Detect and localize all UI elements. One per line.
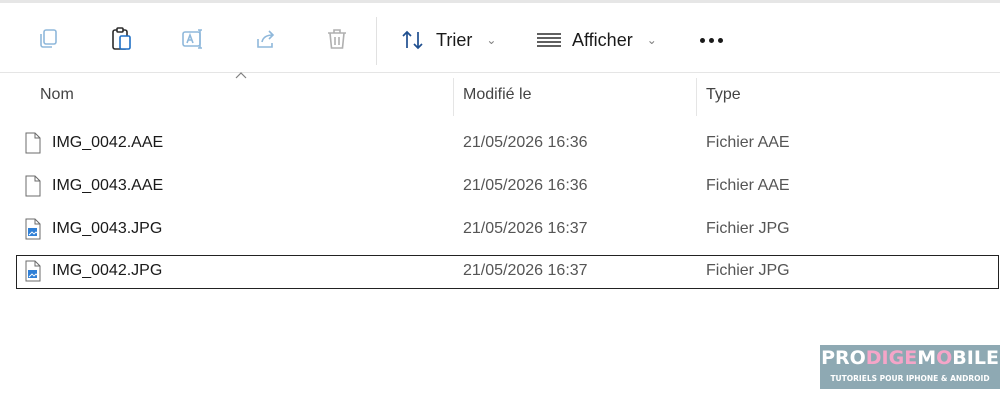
column-divider[interactable]	[453, 78, 454, 116]
file-type: Fichier JPG	[706, 262, 790, 279]
watermark-brand-part: BILE	[952, 347, 999, 369]
watermark-logo: PRODIGEMOBILE TUTORIELS POUR IPHONE & AN…	[820, 345, 1000, 389]
file-name: IMG_0042.AAE	[52, 134, 164, 151]
image-file-icon	[25, 260, 41, 282]
share-button[interactable]	[249, 23, 281, 55]
toolbar-separator	[376, 17, 377, 65]
watermark-brand-part: PRO	[821, 347, 866, 369]
more-dot	[699, 37, 705, 43]
file-modified: 21/05/2026 16:37	[463, 220, 588, 237]
chevron-down-icon: ⌄	[486, 33, 497, 47]
file-modified: 21/05/2026 16:37	[463, 262, 588, 279]
watermark-brand: PRODIGEMOBILE	[820, 347, 1000, 369]
file-modified: 21/05/2026 16:36	[463, 177, 588, 194]
view-list-icon	[537, 33, 561, 47]
file-name: IMG_0043.JPG	[52, 220, 163, 237]
share-icon	[257, 30, 275, 48]
column-header-name[interactable]: Nom	[40, 86, 74, 104]
file-type: Fichier AAE	[706, 177, 790, 194]
delete-icon	[328, 29, 346, 49]
file-row[interactable]: IMG_0043.JPG 21/05/2026 16:37 Fichier JP…	[16, 213, 999, 247]
watermark-tagline: TUTORIELS POUR IPHONE & ANDROID	[830, 374, 990, 383]
view-button[interactable]: Afficher ⌄	[536, 25, 657, 55]
file-row[interactable]: IMG_0043.AAE 21/05/2026 16:36 Fichier AA…	[16, 170, 999, 204]
rename-button[interactable]	[177, 23, 209, 55]
file-row-selected[interactable]: IMG_0042.JPG 21/05/2026 16:37 Fichier JP…	[16, 255, 999, 289]
sort-button[interactable]: Trier ⌄	[400, 25, 496, 55]
file-type: Fichier JPG	[706, 220, 790, 237]
paste-button[interactable]	[105, 23, 137, 55]
copy-button[interactable]	[32, 23, 64, 55]
more-dot	[708, 37, 714, 43]
watermark-brand-part: M	[917, 347, 937, 369]
rename-icon	[182, 29, 202, 49]
watermark-brand-part: DIGE	[865, 347, 918, 369]
document-icon	[25, 132, 41, 154]
view-label: Afficher	[572, 29, 633, 50]
sort-ascending-icon	[235, 72, 247, 79]
file-modified: 21/05/2026 16:36	[463, 134, 588, 151]
sort-label: Trier	[436, 29, 473, 50]
file-name: IMG_0042.JPG	[52, 262, 163, 279]
command-bar: Trier ⌄ Afficher ⌄	[0, 3, 1000, 72]
sort-icon	[402, 30, 423, 50]
more-options-button[interactable]	[694, 25, 728, 55]
file-name: IMG_0043.AAE	[52, 177, 164, 194]
chevron-down-icon: ⌄	[646, 33, 657, 47]
image-file-icon	[25, 218, 41, 240]
watermark-brand-part: O	[936, 347, 953, 369]
more-dot	[717, 37, 723, 43]
column-divider[interactable]	[696, 78, 697, 116]
copy-icon	[40, 29, 57, 48]
document-icon	[25, 175, 41, 197]
toolbar-divider	[0, 72, 1000, 73]
column-header-modified[interactable]: Modifié le	[463, 86, 531, 104]
file-type: Fichier AAE	[706, 134, 790, 151]
delete-button[interactable]	[321, 23, 353, 55]
column-header-type[interactable]: Type	[706, 86, 741, 104]
paste-icon	[112, 27, 131, 50]
file-row[interactable]: IMG_0042.AAE 21/05/2026 16:36 Fichier AA…	[16, 127, 999, 161]
